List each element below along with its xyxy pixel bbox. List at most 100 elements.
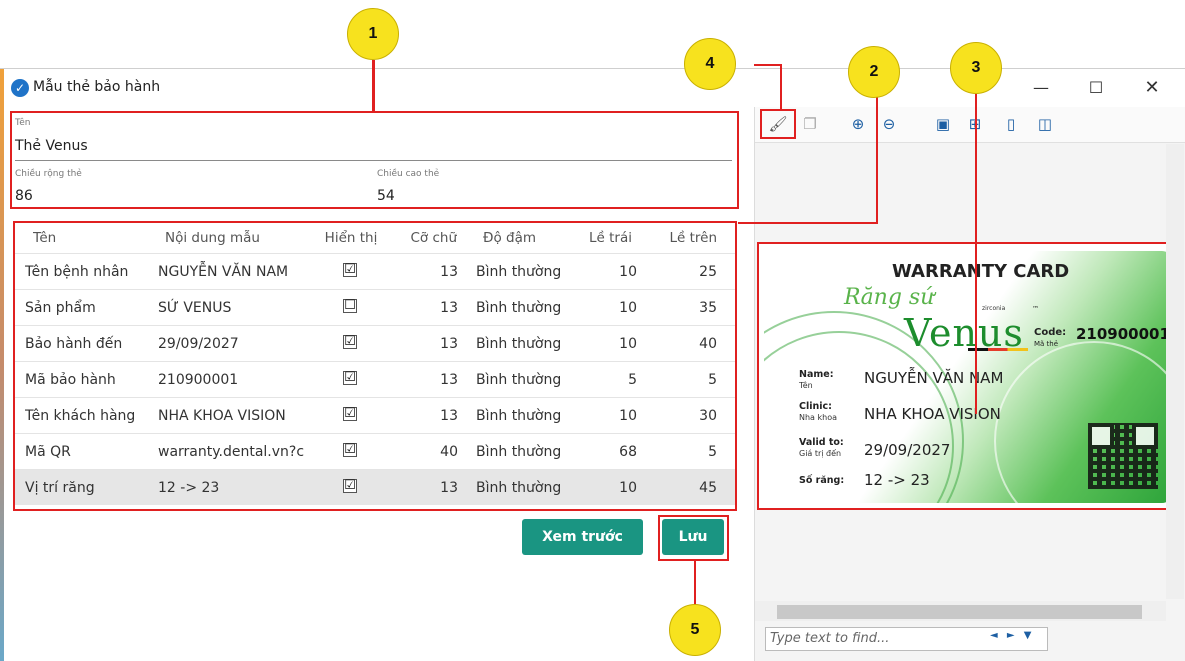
minimize-button[interactable]: — [1021, 75, 1061, 101]
row-margin-left[interactable]: 10 [575, 254, 637, 290]
table-row[interactable]: Bảo hành đến 29/09/2027 ☑ 13 Bình thường… [15, 325, 735, 361]
row-font-size[interactable]: 13 [400, 398, 458, 434]
row-margin-left[interactable]: 5 [575, 362, 637, 398]
horizontal-scrollbar[interactable] [755, 601, 1166, 621]
row-content[interactable]: 29/09/2027 [158, 326, 304, 362]
row-margin-left[interactable]: 68 [575, 434, 637, 470]
height-field[interactable]: 54 [377, 188, 395, 204]
row-font-weight[interactable]: Bình thường [476, 434, 576, 470]
close-button[interactable]: ✕ [1132, 75, 1172, 101]
row-font-size[interactable]: 13 [400, 290, 458, 326]
width-field[interactable]: 86 [15, 188, 33, 204]
row-margin-left[interactable]: 10 [575, 290, 637, 326]
row-font-weight[interactable]: Bình thường [476, 326, 576, 362]
row-font-size[interactable]: 13 [400, 362, 458, 398]
row-margin-top[interactable]: 30 [655, 398, 717, 434]
row-font-size[interactable]: 13 [400, 470, 458, 506]
row-margin-top[interactable]: 35 [655, 290, 717, 326]
table-row[interactable]: Tên bệnh nhân NGUYỄN VĂN NAM ☑ 13 Bình t… [15, 253, 735, 289]
row-font-weight[interactable]: Bình thường [476, 290, 576, 326]
row-name: Bảo hành đến [25, 336, 123, 352]
header-font-size[interactable]: Cỡ chữ [403, 223, 457, 253]
card-brand-sub: zirconia [982, 305, 1006, 312]
header-font-weight[interactable]: Độ đậm [483, 223, 583, 253]
save-button[interactable]: Lưu [662, 519, 724, 555]
card-teeth-value: 12 -> 23 [864, 471, 930, 489]
callout-5-line [694, 560, 696, 610]
row-font-size[interactable]: 40 [400, 434, 458, 470]
visible-checkbox[interactable]: ☑ [343, 443, 357, 457]
visible-checkbox[interactable]: ☑ [343, 407, 357, 421]
row-content[interactable]: NHA KHOA VISION [158, 398, 304, 434]
callout-3-line [975, 94, 977, 414]
header-margin-top[interactable]: Lề trên [655, 223, 717, 253]
name-field-underline [15, 160, 732, 161]
name-field[interactable]: Thẻ Venus [15, 138, 88, 154]
visible-checkbox[interactable]: ☐ [343, 299, 357, 313]
height-field-label: Chiều cao thẻ [377, 169, 440, 179]
warranty-card: WARRANTY CARD Răng sứ Venus zirconia ™ C… [764, 251, 1172, 503]
callout-1-line [372, 60, 375, 110]
row-content[interactable]: NGUYỄN VĂN NAM [158, 254, 304, 290]
row-content[interactable]: warranty.dental.vn?c [158, 434, 304, 470]
row-font-weight[interactable]: Bình thường [476, 398, 576, 434]
zoom-out-icon[interactable]: ⊖ [879, 114, 899, 134]
row-margin-top[interactable]: 25 [655, 254, 717, 290]
fit-page-icon[interactable]: ▣ [933, 114, 953, 134]
row-content[interactable]: 210900001 [158, 362, 304, 398]
row-content[interactable]: SỨ VENUS [158, 290, 304, 326]
row-margin-top[interactable]: 5 [655, 362, 717, 398]
preview-toolbar: 🖌 ❐ ⊕ ⊖ ▣ ⊞ ▯ ◫ [755, 107, 1185, 143]
row-name: Sản phẩm [25, 300, 96, 316]
zoom-in-icon[interactable]: ⊕ [848, 114, 868, 134]
print-icon[interactable]: 🖌 [768, 114, 788, 134]
row-margin-top[interactable]: 5 [655, 434, 717, 470]
visible-checkbox[interactable]: ☑ [343, 335, 357, 349]
vertical-scrollbar[interactable] [1166, 144, 1184, 599]
callout-2-line-v [876, 96, 878, 224]
header-show[interactable]: Hiển thị [321, 223, 381, 253]
visible-checkbox[interactable]: ☑ [343, 479, 357, 493]
table-row[interactable]: Sản phẩm SỨ VENUS ☐ 13 Bình thường 10 35 [15, 289, 735, 325]
single-page-icon[interactable]: ▯ [1001, 114, 1021, 134]
row-margin-left[interactable]: 10 [575, 326, 637, 362]
callout-1: 1 [347, 8, 399, 60]
visible-checkbox[interactable]: ☑ [343, 371, 357, 385]
callout-4: 4 [684, 38, 736, 90]
card-title: WARRANTY CARD [892, 261, 1070, 282]
desktop-edge-strip [0, 69, 4, 661]
row-margin-top[interactable]: 40 [655, 326, 717, 362]
callout-3: 3 [950, 42, 1002, 94]
row-content[interactable]: 12 -> 23 [158, 470, 304, 506]
header-margin-left[interactable]: Lề trái [580, 223, 632, 253]
card-valid-label: Valid to: [799, 437, 844, 448]
scrollbar-thumb[interactable] [777, 605, 1142, 619]
card-clinic-sublabel: Nha khoa [799, 413, 837, 422]
row-name: Mã bảo hành [25, 372, 116, 388]
row-font-weight[interactable]: Bình thường [476, 362, 576, 398]
table-row-selected[interactable]: Vị trí răng 12 -> 23 ☑ 13 Bình thường 10… [15, 469, 735, 505]
row-show-cell: ☑ [325, 362, 375, 398]
preview-button[interactable]: Xem trước [522, 519, 643, 555]
row-font-size[interactable]: 13 [400, 326, 458, 362]
card-valid-value: 29/09/2027 [864, 441, 951, 459]
header-name[interactable]: Tên [33, 223, 163, 253]
maximize-button[interactable]: ☐ [1076, 75, 1116, 101]
row-font-weight[interactable]: Bình thường [476, 254, 576, 290]
table-row[interactable]: Mã bảo hành 210900001 ☑ 13 Bình thường 5… [15, 361, 735, 397]
table-row[interactable]: Tên khách hàng NHA KHOA VISION ☑ 13 Bình… [15, 397, 735, 433]
card-name-label: Name: [799, 369, 834, 380]
row-font-weight[interactable]: Bình thường [476, 470, 576, 506]
row-margin-left[interactable]: 10 [575, 470, 637, 506]
two-page-icon[interactable]: ◫ [1035, 114, 1055, 134]
card-info-form: Tên Thẻ Venus Chiều rộng thẻ 86 Chiều ca… [10, 111, 739, 209]
copy-icon[interactable]: ❐ [800, 114, 820, 134]
row-font-size[interactable]: 13 [400, 254, 458, 290]
header-content[interactable]: Nội dung mẫu [165, 223, 311, 253]
find-navigation-arrows[interactable]: ◄ ► ▼ [990, 630, 1034, 641]
visible-checkbox[interactable]: ☑ [343, 263, 357, 277]
row-margin-top[interactable]: 45 [655, 470, 717, 506]
row-name: Tên khách hàng [25, 408, 136, 424]
row-margin-left[interactable]: 10 [575, 398, 637, 434]
table-row[interactable]: Mã QR warranty.dental.vn?c ☑ 40 Bình thư… [15, 433, 735, 469]
